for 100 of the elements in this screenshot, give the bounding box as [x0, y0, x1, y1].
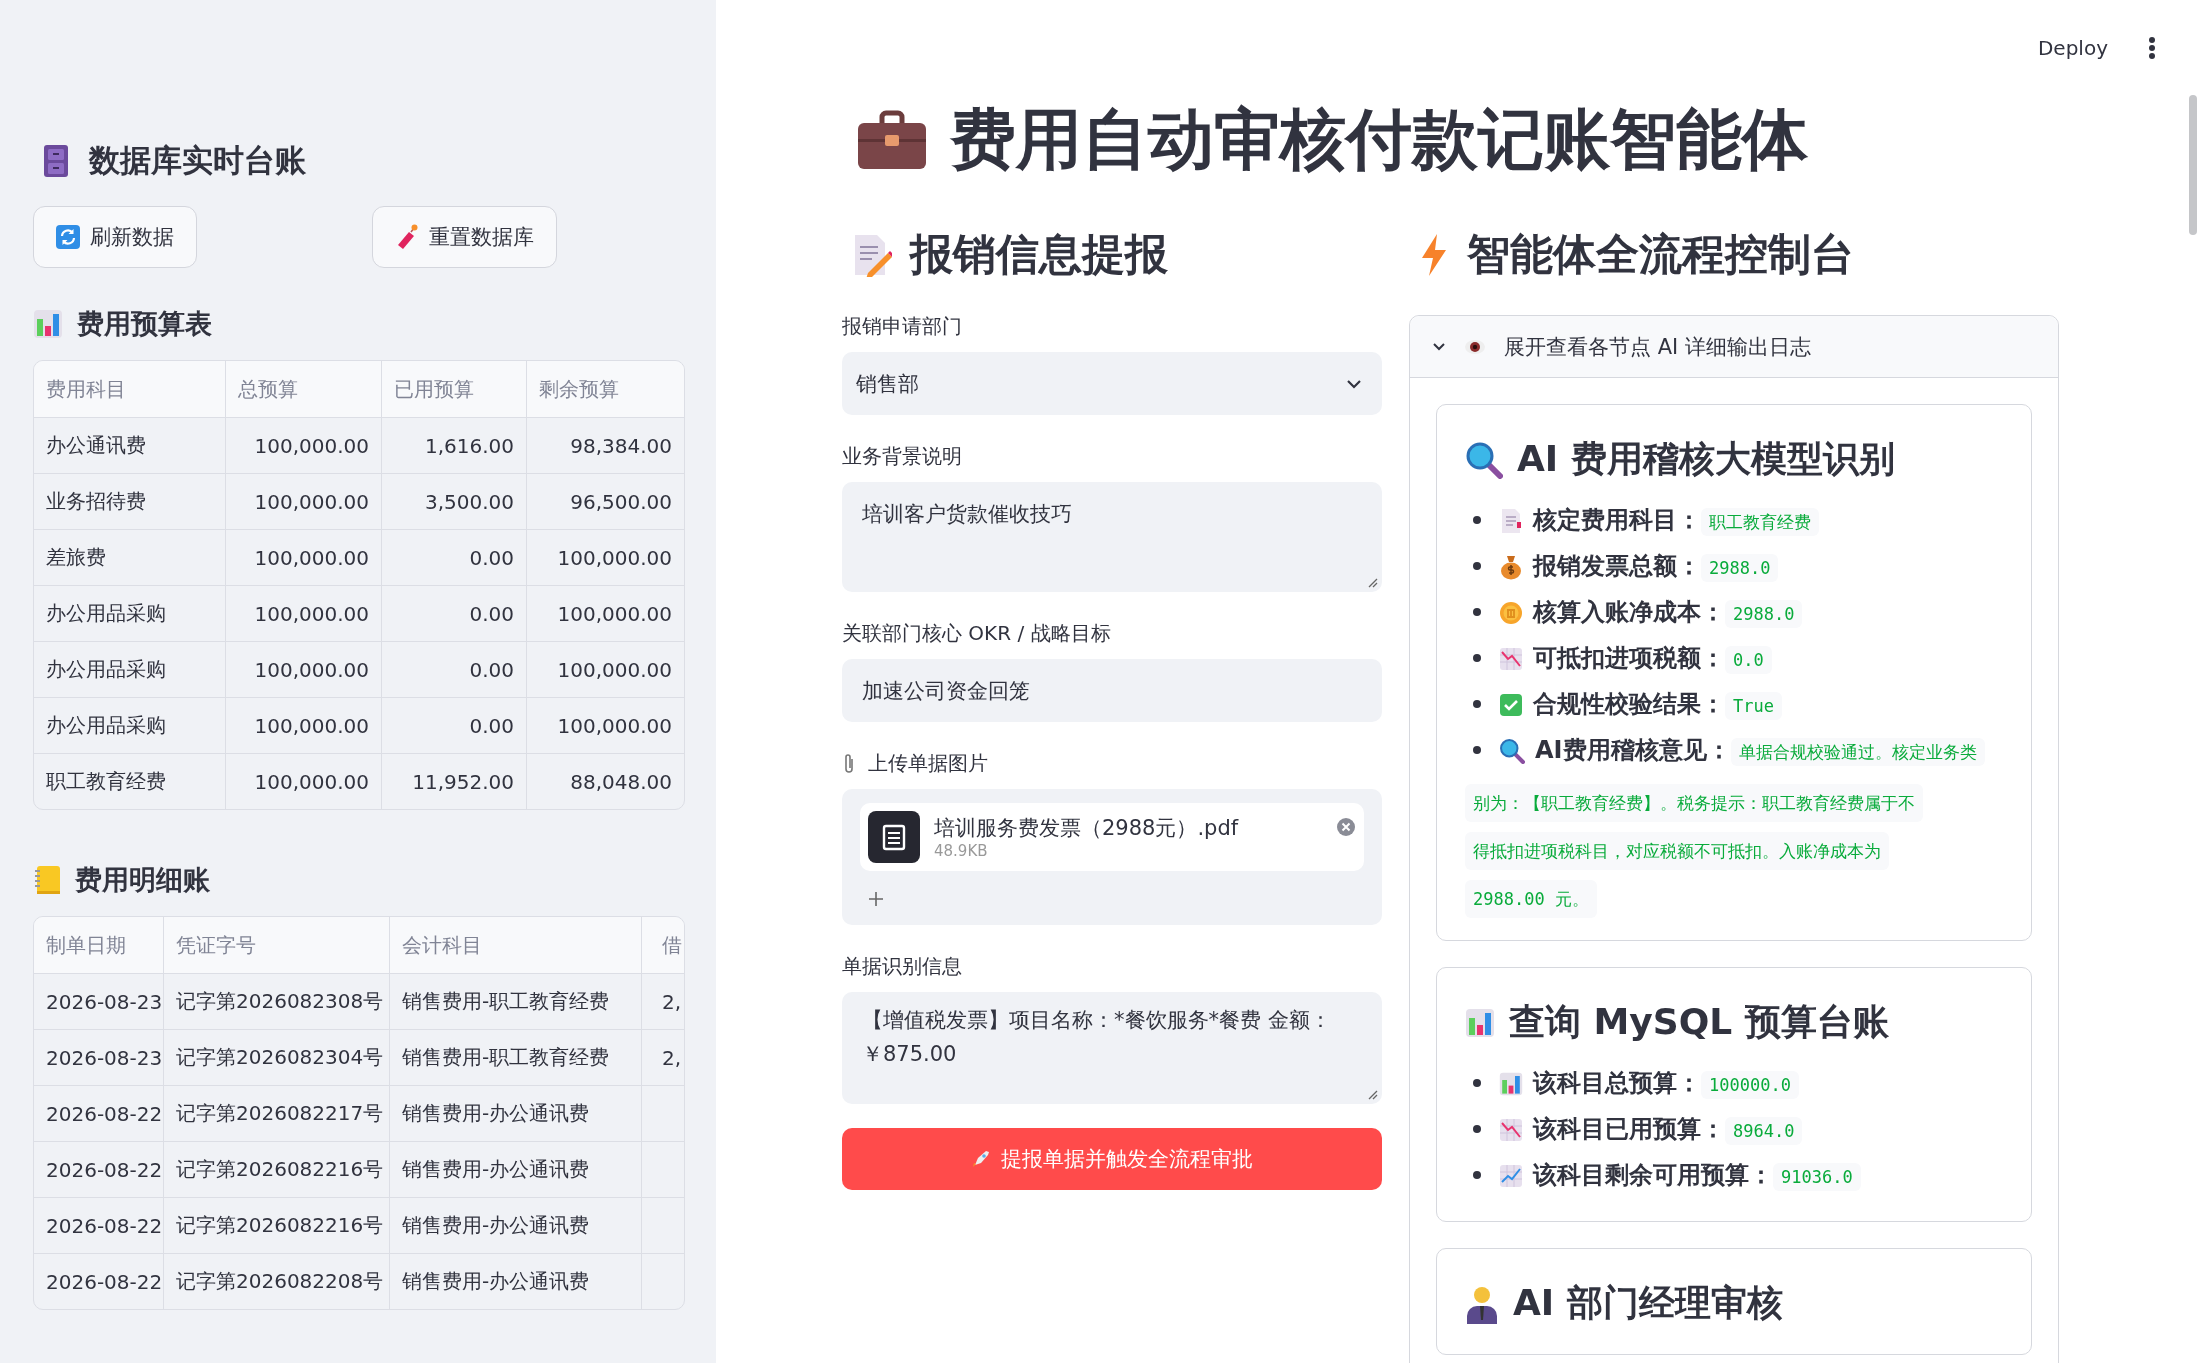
item-value: 100000.0 — [1701, 1071, 1799, 1099]
bullet-icon — [1473, 746, 1481, 754]
money-bag-icon — [1499, 554, 1523, 580]
table-cell: 销售费用-办公通讯费 — [402, 1268, 590, 1295]
table-cell: 100,000.00 — [225, 754, 381, 809]
column-header[interactable]: 制单日期 — [34, 917, 163, 973]
file-name: 培训服务费发票（2988元）.pdf — [934, 815, 1239, 842]
table-cell: 100,000.00 — [225, 586, 381, 641]
bar-chart-icon — [1465, 1007, 1495, 1038]
bullet-icon — [1473, 1079, 1481, 1087]
table-cell-text: 业务招待费 — [45, 488, 147, 515]
expander-header[interactable]: 展开查看各节点 AI 详细输出日志 — [1410, 316, 2058, 378]
rocket-icon — [971, 1149, 991, 1169]
table-cell-text: 办公通讯费 — [45, 432, 147, 459]
field-label: 业务背景说明 — [842, 443, 962, 470]
falling-chart-icon — [1499, 647, 1523, 671]
item-label: 该科目总预算： — [1533, 1069, 1701, 1097]
table-cell: 100,000.00 — [225, 642, 381, 697]
item-label: 核算入账净成本： — [1533, 598, 1725, 626]
magnifier-icon — [1499, 738, 1525, 764]
refresh-icon — [56, 225, 80, 249]
column-header[interactable]: 已用预算 — [381, 361, 526, 417]
resize-handle-icon[interactable] — [1366, 576, 1378, 588]
rising-chart-icon — [1499, 1164, 1523, 1188]
table-cell: 0.00 — [381, 530, 526, 585]
check-icon — [1499, 693, 1523, 717]
file-size: 48.9KB — [934, 842, 988, 860]
table-cell: 记字第2026082216号 — [176, 1156, 384, 1183]
firecracker-icon — [395, 224, 419, 250]
table-cell: 98,384.00 — [526, 418, 684, 473]
chevron-down-icon — [1346, 378, 1362, 389]
column-header[interactable]: 费用科目 — [34, 361, 225, 417]
text-area[interactable]: 培训客户货款催收技巧 — [842, 482, 1382, 592]
table-cell: 100,000.00 — [225, 474, 381, 529]
falling-chart-icon — [1499, 1118, 1523, 1142]
column-header[interactable]: 会计科目 — [389, 917, 641, 973]
item-label: AI费用稽核意见： — [1535, 736, 1731, 764]
paperclip-icon — [842, 752, 856, 775]
table-cell-text: 差旅费 — [45, 544, 107, 571]
table-cell: 100,000.00 — [526, 530, 684, 585]
table-cell: 2026-08-22 — [46, 1157, 163, 1182]
table-cell: 2026-08-23 — [46, 989, 163, 1014]
notebook-icon — [33, 865, 61, 895]
item-value: 得抵扣进项税科目，对应税额不可抵扣。入账净成本为 — [1465, 832, 1889, 870]
item-label: 该科目剩余可用预算： — [1533, 1161, 1773, 1189]
column-header[interactable]: 总预算 — [225, 361, 381, 417]
eye-icon — [1464, 338, 1486, 355]
table-cell: 100,000.00 — [225, 698, 381, 753]
item-value: True — [1725, 692, 1782, 720]
bullet-icon — [1473, 1171, 1481, 1179]
table-cell: 2026-08-22 — [46, 1101, 163, 1126]
item-value: 2988.0 — [1725, 600, 1803, 628]
field-label: 单据识别信息 — [842, 953, 962, 980]
section-title: 智能体全流程控制台 — [1467, 228, 1854, 281]
item-label: 该科目已用预算： — [1533, 1115, 1725, 1143]
table-cell: 1,616.00 — [381, 418, 526, 473]
item-value: 2988.00 元。 — [1465, 880, 1597, 918]
table-cell: 100,000.00 — [526, 586, 684, 641]
table-cell: 3,500.00 — [381, 474, 526, 529]
table-cell: 100,000.00 — [225, 418, 381, 473]
table-cell: 2026-08-22 — [46, 1269, 163, 1294]
lightning-icon — [1419, 233, 1449, 277]
input-field[interactable]: 加速公司资金回笼 — [842, 659, 1382, 722]
table-cell: 0.00 — [381, 642, 526, 697]
table-cell: 2026-08-22 — [46, 1213, 163, 1238]
sidebar-button[interactable]: 刷新数据 — [33, 206, 197, 268]
table-cell: 2, — [662, 989, 682, 1014]
column-header[interactable]: 剩余预算 — [526, 361, 684, 417]
bullet-icon — [1473, 700, 1481, 708]
plus-icon[interactable] — [868, 891, 884, 907]
text-area[interactable]: 【增值税发票】项目名称：*餐饮服务*餐费 金额：￥875.00 — [842, 992, 1382, 1104]
item-label: 合规性校验结果： — [1533, 690, 1725, 718]
table-cell: 销售费用-职工教育经费 — [402, 1044, 610, 1071]
file-icon — [868, 811, 920, 863]
scrollbar[interactable] — [2189, 95, 2197, 235]
deploy-button[interactable]: Deploy — [2037, 35, 2108, 60]
sidebar-button[interactable]: 重置数据库 — [372, 206, 557, 268]
table-cell: 2, — [662, 1045, 682, 1070]
item-value: 0.0 — [1725, 646, 1772, 674]
item-label: 报销发票总额： — [1533, 552, 1701, 580]
table-cell-text: 职工教育经费 — [45, 768, 167, 795]
cabinet-icon — [43, 144, 69, 178]
table-cell: 销售费用-办公通讯费 — [402, 1212, 590, 1239]
close-icon[interactable] — [1336, 817, 1356, 837]
section-title: 费用预算表 — [77, 307, 212, 341]
select-field[interactable]: 销售部 — [842, 352, 1382, 415]
table-cell: 记字第2026082208号 — [176, 1268, 384, 1295]
resize-handle-icon[interactable] — [1366, 1088, 1378, 1100]
briefcase-icon — [856, 109, 928, 171]
submit-button[interactable]: 提报单据并触发全流程审批 — [842, 1128, 1382, 1190]
table-cell: 0.00 — [381, 586, 526, 641]
column-header[interactable]: 凭证字号 — [163, 917, 389, 973]
item-value: 8964.0 — [1725, 1117, 1803, 1145]
bar-chart-icon — [1499, 1072, 1523, 1096]
item-value: 2988.0 — [1701, 554, 1779, 582]
table-cell: 2026-08-23 — [46, 1045, 163, 1070]
table-cell-text: 办公用品采购 — [45, 656, 167, 683]
table-cell: 销售费用-办公通讯费 — [402, 1100, 590, 1127]
menu-icon[interactable] — [2148, 35, 2156, 60]
table-cell: 记字第2026082304号 — [176, 1044, 384, 1071]
